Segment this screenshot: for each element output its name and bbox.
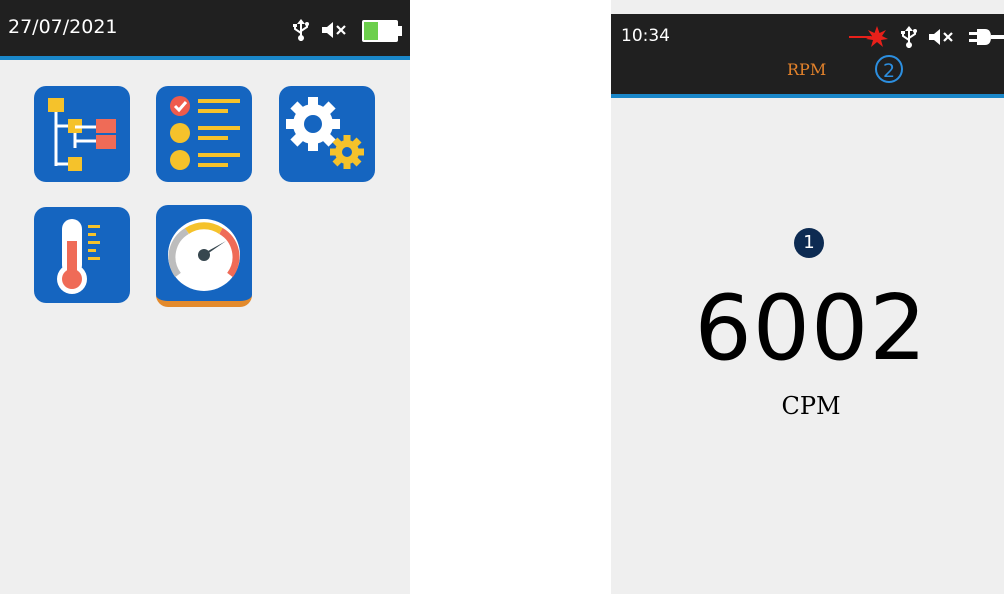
- plug-icon: [969, 29, 1004, 45]
- status-divider: [611, 94, 1004, 98]
- laser-icon: [849, 26, 888, 47]
- unit-label: CPM: [781, 392, 841, 420]
- callout-2-badge: 2: [875, 55, 903, 83]
- mode-label: RPM: [787, 60, 827, 79]
- tree-hierarchy-app[interactable]: [34, 86, 130, 182]
- main-menu-screen: 27/07/2021: [0, 0, 410, 594]
- battery-icon: [362, 20, 402, 42]
- usb-icon: [901, 26, 917, 48]
- usb-icon: [293, 19, 309, 41]
- status-divider: [0, 56, 410, 60]
- mute-icon: [929, 29, 953, 45]
- tree-icon: [48, 98, 116, 171]
- date-display: 27/07/2021: [8, 16, 118, 38]
- status-bar: 27/07/2021: [0, 0, 410, 60]
- rpm-reading: 6002: [694, 276, 928, 381]
- mute-icon: [322, 22, 346, 38]
- tachometer-app[interactable]: [156, 205, 252, 307]
- gears-icon: [286, 97, 364, 169]
- settings-app[interactable]: [279, 86, 375, 182]
- thermometer-icon: [57, 219, 100, 294]
- status-bar: 10:34 RPM 2: [611, 14, 1004, 98]
- callout-1-badge: 1: [794, 228, 824, 258]
- temperature-app[interactable]: [34, 207, 130, 303]
- checklist-icon: [170, 96, 240, 170]
- time-display: 10:34: [621, 26, 670, 46]
- rpm-measurement-screen: 10:34 RPM 2 1 6002 CPM: [611, 0, 1004, 594]
- gauge-icon: [168, 219, 240, 291]
- checklist-app[interactable]: [156, 86, 252, 182]
